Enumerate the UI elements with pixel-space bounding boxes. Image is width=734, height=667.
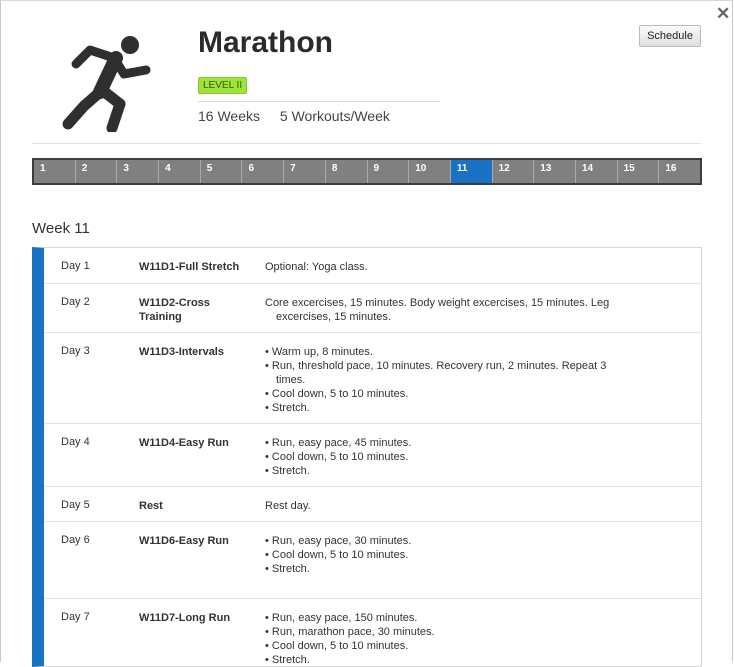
day-row: Day 5 Rest Rest day. — [44, 487, 701, 522]
workout-name[interactable]: Rest — [139, 499, 249, 513]
day-label: Day 6 — [61, 534, 90, 546]
program-meta: 16 Weeks 5 Workouts/Week — [198, 108, 406, 124]
week-tab-15[interactable]: 15 — [617, 160, 660, 183]
week-tab-16[interactable]: 16 — [659, 160, 700, 183]
day-label: Day 4 — [61, 436, 90, 448]
week-tab-6[interactable]: 6 — [242, 160, 285, 183]
duration-text: 16 Weeks — [198, 108, 260, 124]
bullet-item: • Stretch. — [265, 402, 310, 414]
bullet-item: • Run, easy pace, 150 minutes. — [265, 612, 418, 624]
bullet-item: • Stretch. — [265, 563, 310, 575]
bullet-item: • Stretch. — [265, 465, 310, 477]
day-label: Day 7 — [61, 611, 90, 623]
frequency-text: 5 Workouts/Week — [279, 108, 390, 124]
bullet-item: • Run, marathon pace, 30 minutes. — [265, 626, 435, 638]
day-label: Day 5 — [61, 499, 90, 511]
day-label: Day 2 — [61, 296, 90, 308]
workout-description: • Run, easy pace, 30 minutes. • Cool down… — [265, 534, 620, 576]
workout-description: Core excercises, 15 minutes. Body weight… — [265, 296, 620, 324]
workout-name[interactable]: W11D1-Full Stretch — [139, 260, 249, 274]
day-row: Day 1 W11D1-Full Stretch Optional: Yoga cl… — [44, 248, 701, 284]
bullet-item: • Cool down, 5 to 10 minutes. — [265, 640, 409, 652]
day-row: Day 2 W11D2-Cross Training Core excercises… — [44, 284, 701, 333]
divider — [198, 101, 440, 102]
day-row: Day 4 W11D4-Easy Run • Run, easy pace, 45 … — [44, 424, 701, 487]
day-label: Day 3 — [61, 345, 90, 357]
week-tab-9[interactable]: 9 — [367, 160, 410, 183]
program-title: Marathon — [198, 26, 333, 59]
week-tab-14[interactable]: 14 — [575, 160, 618, 183]
bullet-item: • Cool down, 5 to 10 minutes. — [265, 549, 409, 561]
week-tab-7[interactable]: 7 — [284, 160, 326, 183]
description-text: Optional: Yoga class. — [265, 261, 368, 273]
day-row: Day 7 W11D7-Long Run • Run, easy pace, 150… — [44, 599, 701, 666]
week-tab-4[interactable]: 4 — [159, 160, 201, 183]
workout-description: • Run, easy pace, 45 minutes. • Cool down… — [265, 436, 620, 478]
week-tab-1[interactable]: 1 — [34, 160, 76, 183]
bullet-item: • Run, easy pace, 45 minutes. — [265, 437, 412, 449]
week-tab-3[interactable]: 3 — [117, 160, 160, 183]
week-tab-5[interactable]: 5 — [200, 160, 243, 183]
bullet-item: • Cool down, 5 to 10 minutes. — [265, 451, 409, 463]
week-tab-8[interactable]: 8 — [325, 160, 368, 183]
week-tab-13[interactable]: 13 — [534, 160, 576, 183]
divider — [32, 143, 701, 144]
week-selector: 1 2 3 4 5 6 7 8 9 10 11 12 13 14 15 16 — [32, 158, 702, 185]
workout-name[interactable]: W11D7-Long Run — [139, 611, 249, 625]
workout-description: • Run, easy pace, 150 minutes. • Run, mar… — [265, 611, 620, 666]
bullet-item: • Run, threshold pace, 10 minutes. Recov… — [265, 360, 607, 386]
workout-name[interactable]: W11D4-Easy Run — [139, 436, 249, 450]
workout-name[interactable]: W11D3-Intervals — [139, 345, 249, 359]
description-text: Core excercises, 15 minutes. Body weight… — [265, 297, 610, 323]
description-text: Rest day. — [265, 500, 311, 512]
workout-description: Rest day. — [265, 499, 620, 513]
close-icon[interactable]: ✕ — [716, 4, 730, 24]
workout-table: Day 1 W11D1-Full Stretch Optional: Yoga cl… — [32, 247, 702, 667]
day-label: Day 1 — [61, 260, 90, 272]
day-row: Day 3 W11D3-Intervals • Warm up, 8 minutes… — [44, 333, 701, 424]
week-tab-2[interactable]: 2 — [75, 160, 118, 183]
week-tab-10[interactable]: 10 — [409, 160, 451, 183]
week-tab-11[interactable]: 11 — [450, 160, 493, 183]
week-title: Week 11 — [32, 220, 90, 237]
bullet-item: • Run, easy pace, 30 minutes. — [265, 535, 412, 547]
workout-name[interactable]: W11D2-Cross Training — [139, 296, 249, 324]
day-row: Day 6 W11D6-Easy Run • Run, easy pace, 30 … — [44, 522, 701, 599]
workout-name[interactable]: W11D6-Easy Run — [139, 534, 249, 548]
workout-description: Optional: Yoga class. — [265, 260, 620, 274]
schedule-button[interactable]: Schedule — [639, 25, 701, 47]
runner-icon — [62, 36, 151, 132]
workout-description: • Warm up, 8 minutes. • Run, threshold pa… — [265, 345, 620, 415]
bullet-item: • Warm up, 8 minutes. — [265, 346, 373, 358]
level-badge: LEVEL II — [198, 77, 248, 94]
week-tab-12[interactable]: 12 — [492, 160, 535, 183]
bullet-item: • Cool down, 5 to 10 minutes. — [265, 388, 409, 400]
bullet-item: • Stretch. — [265, 654, 310, 666]
